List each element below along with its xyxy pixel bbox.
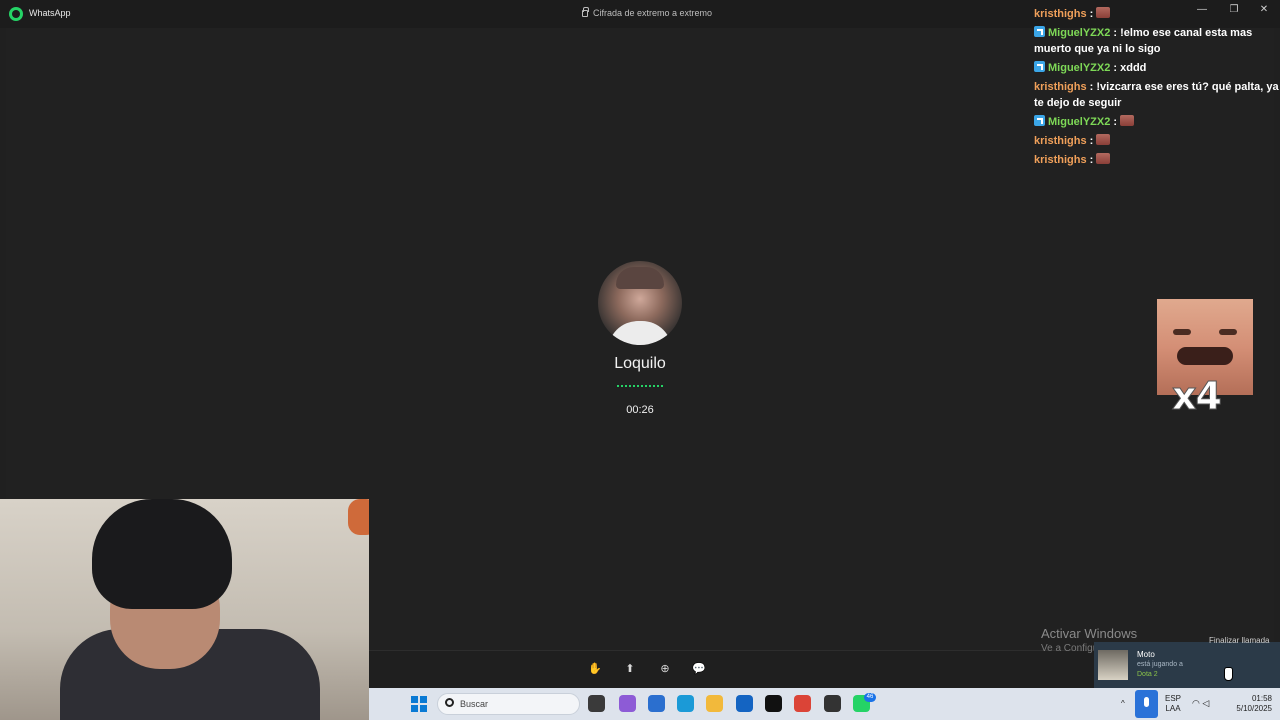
encryption-text: Cifrada de extremo a extremo xyxy=(593,8,713,18)
tiktok-app-icon[interactable] xyxy=(765,695,782,712)
lock-icon xyxy=(582,7,589,17)
store-app-icon[interactable] xyxy=(648,695,665,712)
chat-message: MiguelYZX2 : xddd xyxy=(1034,60,1280,76)
app-dark-app-icon[interactable] xyxy=(824,695,841,712)
webcam-person-hair xyxy=(92,499,232,609)
chat-emote-icon xyxy=(1120,115,1135,126)
stream-chat-overlay: kristhighs : MiguelYZX2 : !elmo ese cana… xyxy=(1034,6,1280,171)
clock-date: 5/10/2025 xyxy=(1236,704,1272,713)
activate-windows-title: Activar Windows xyxy=(1041,626,1138,641)
chat-message: MiguelYZX2 : !elmo ese canal esta mas mu… xyxy=(1034,25,1280,57)
prime-badge-icon xyxy=(1034,26,1045,37)
avatar-shirt xyxy=(608,321,672,345)
emote-multiplier: x4 xyxy=(1172,374,1223,419)
friend-status: está jugando a xyxy=(1137,661,1183,668)
chat-separator: : xyxy=(1086,81,1097,93)
taskbar-search-box[interactable] xyxy=(437,693,580,715)
clock-time: 01:58 xyxy=(1251,694,1272,703)
chat-separator: : xyxy=(1086,8,1097,20)
end-call-tooltip: Finalizar llamada xyxy=(1209,636,1270,645)
avatar-cap xyxy=(616,267,664,289)
call-timer: 00:26 xyxy=(626,404,654,416)
chat-message: kristhighs : !vizcarra ese eres tú? qué … xyxy=(1034,79,1280,111)
raise-hand-icon[interactable]: ✋ xyxy=(586,660,604,678)
keyboard-layout: LAA xyxy=(1165,704,1181,713)
prime-badge-icon xyxy=(1034,115,1045,126)
system-clock[interactable]: 01:58 5/10/2025 xyxy=(1226,694,1272,714)
windows-start-icon[interactable] xyxy=(411,696,427,712)
emote-eye xyxy=(1173,329,1191,335)
wifi-volume-icon[interactable]: ◠ ◁ xyxy=(1192,698,1209,709)
chat-username[interactable]: kristhighs xyxy=(1034,154,1087,166)
chat-message: MiguelYZX2 : xyxy=(1034,114,1280,130)
chat-text: xddd xyxy=(1120,62,1147,74)
add-participant-icon[interactable]: ⊕ xyxy=(656,660,674,678)
encryption-label: Cifrada de extremo a extremo xyxy=(582,7,713,18)
whatsapp-unread-badge: 46 xyxy=(864,693,876,702)
chat-emote-icon xyxy=(1096,134,1111,145)
webcam-overlay xyxy=(0,499,369,720)
chat-username[interactable]: kristhighs xyxy=(1034,8,1087,20)
game-notification[interactable]: Moto está jugando a Dota 2 xyxy=(1094,642,1280,688)
chat-username[interactable]: MiguelYZX2 xyxy=(1048,116,1110,128)
app-title: WhatsApp xyxy=(29,8,71,18)
friend-game: Dota 2 xyxy=(1137,671,1158,678)
caller-avatar xyxy=(598,261,682,345)
search-icon xyxy=(445,698,454,707)
chat-icon[interactable]: 💬 xyxy=(690,660,708,678)
caller-name: Loquilo xyxy=(614,355,666,372)
chat-message: kristhighs : xyxy=(1034,152,1280,168)
chat-username[interactable]: MiguelYZX2 xyxy=(1048,62,1110,74)
microphone-icon[interactable] xyxy=(1135,690,1158,718)
outlook-app-icon[interactable] xyxy=(736,695,753,712)
chat-username[interactable]: MiguelYZX2 xyxy=(1048,27,1110,39)
calling-indicator xyxy=(617,385,663,387)
chat-username[interactable]: kristhighs xyxy=(1034,81,1087,93)
file-explorer-app-icon[interactable] xyxy=(588,695,605,712)
chat-emote-icon xyxy=(1096,153,1111,164)
chat-message: kristhighs : xyxy=(1034,6,1280,22)
edge-app-icon[interactable] xyxy=(677,695,694,712)
copilot-app-icon[interactable] xyxy=(619,695,636,712)
input-language[interactable]: ESP LAA xyxy=(1165,694,1181,714)
search-placeholder: Buscar xyxy=(460,699,489,709)
friend-avatar xyxy=(1098,650,1128,680)
chat-separator: : xyxy=(1086,135,1097,147)
share-screen-icon[interactable]: ⬆ xyxy=(621,660,639,678)
chat-separator: : xyxy=(1110,27,1121,39)
chat-username[interactable]: kristhighs xyxy=(1034,135,1087,147)
friend-name: Moto xyxy=(1137,650,1155,659)
webcam-lamp xyxy=(348,499,369,535)
chat-emote-icon xyxy=(1096,7,1111,18)
tray-overflow-chevron-icon[interactable]: ^ xyxy=(1121,699,1125,708)
whatsapp-logo-icon xyxy=(9,7,23,21)
emote-eye xyxy=(1219,329,1237,335)
chat-separator: : xyxy=(1086,154,1097,166)
hand-cursor-icon xyxy=(1224,667,1233,681)
chat-separator: : xyxy=(1110,62,1121,74)
chrome-app-icon[interactable] xyxy=(794,695,811,712)
prime-badge-icon xyxy=(1034,61,1045,72)
chat-separator: : xyxy=(1110,116,1121,128)
language-code: ESP xyxy=(1165,694,1182,703)
folder-app-icon[interactable] xyxy=(706,695,723,712)
emote-mouth xyxy=(1177,347,1233,365)
chat-message: kristhighs : xyxy=(1034,133,1280,149)
